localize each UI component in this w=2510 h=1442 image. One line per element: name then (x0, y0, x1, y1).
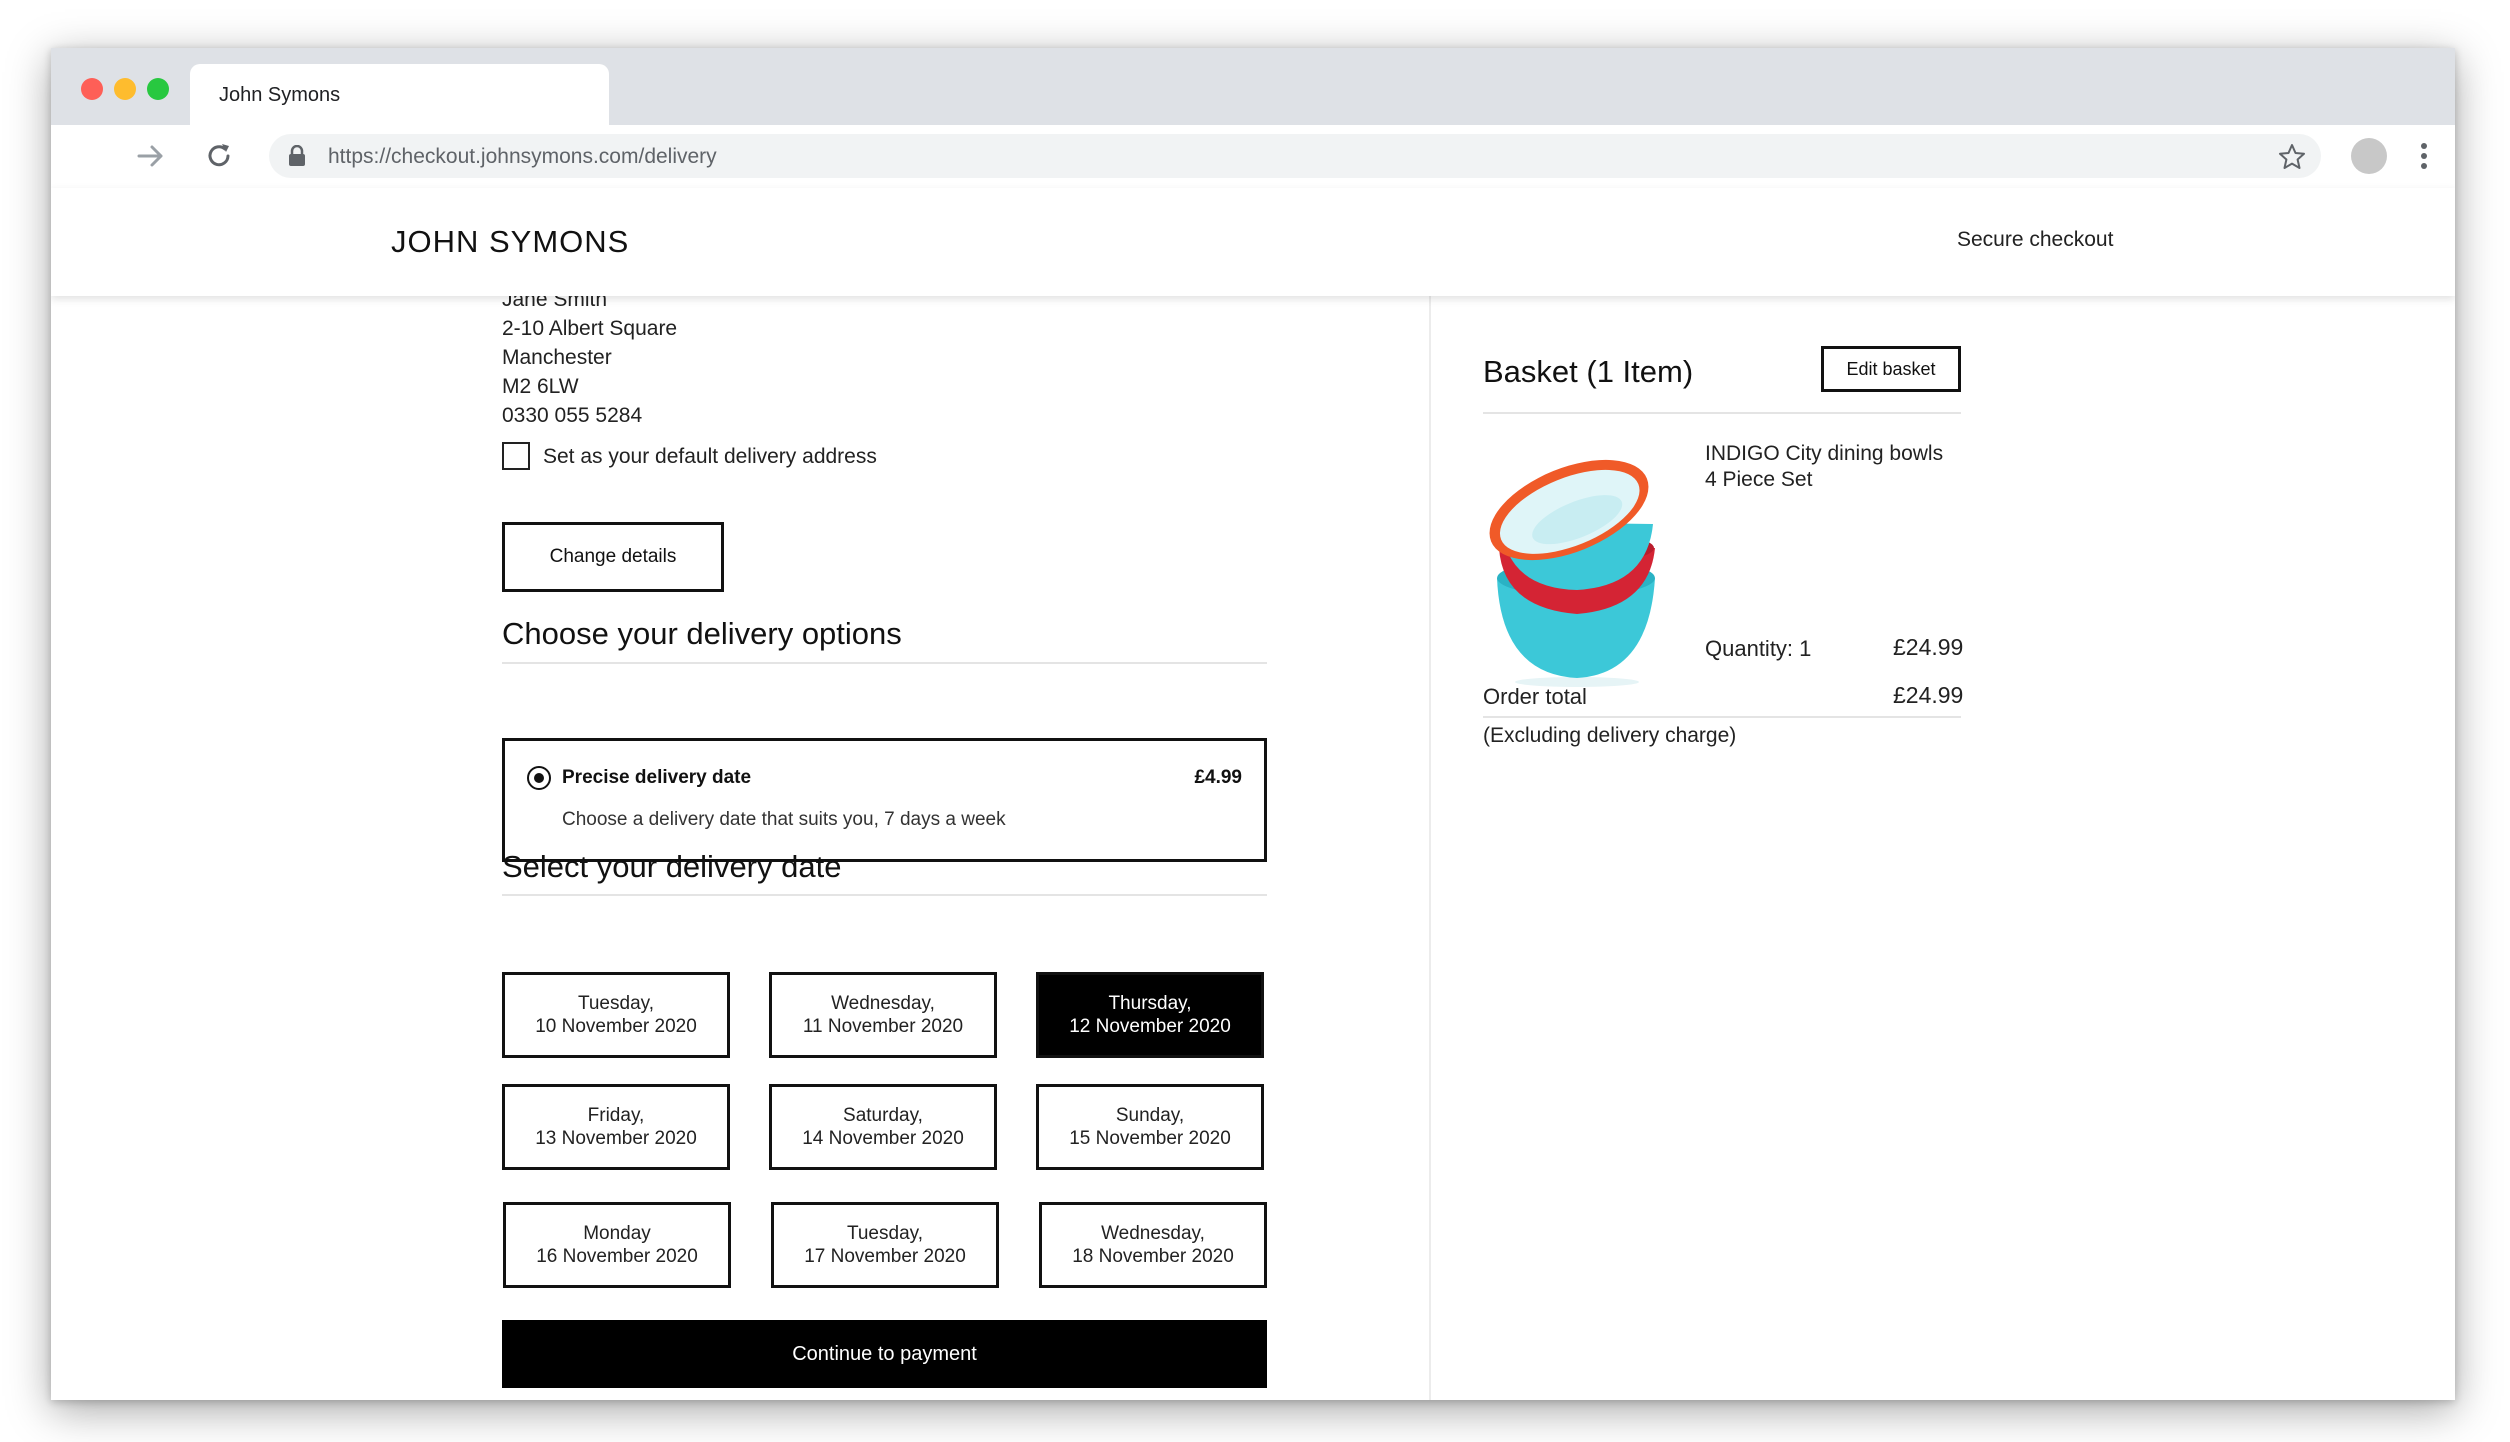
change-details-label: Change details (549, 546, 677, 567)
date-option[interactable]: Tuesday, 17 November 2020 (771, 1202, 999, 1288)
browser-tab[interactable]: John Symons (190, 64, 609, 125)
basket-divider (1483, 716, 1961, 718)
date-option-selected[interactable]: Thursday, 12 November 2020 (1036, 972, 1264, 1058)
date-option[interactable]: Saturday, 14 November 2020 (769, 1084, 997, 1170)
maximize-window-button[interactable] (147, 78, 169, 100)
date-day: Friday, (587, 1105, 645, 1126)
minimize-window-button[interactable] (114, 78, 136, 100)
date-value: 10 November 2020 (535, 1016, 697, 1037)
date-day: Monday (583, 1223, 651, 1244)
url-text: https://checkout.johnsymons.com/delivery (328, 145, 717, 168)
section-divider (502, 662, 1267, 664)
date-day: Tuesday, (577, 993, 655, 1014)
site-logo[interactable]: JOHN SYMONS (391, 224, 629, 260)
close-window-button[interactable] (81, 78, 103, 100)
date-option[interactable]: Friday, 13 November 2020 (502, 1084, 730, 1170)
bookmark-star-icon[interactable] (2277, 142, 2307, 172)
section-divider (502, 894, 1267, 896)
date-value: 13 November 2020 (535, 1128, 697, 1149)
forward-arrow-icon[interactable] (133, 138, 169, 174)
address-name: Jane Smith (502, 296, 608, 311)
date-option[interactable]: Wednesday, 18 November 2020 (1039, 1202, 1267, 1288)
order-total-note: (Excluding delivery charge) (1483, 724, 1737, 747)
address-city: Manchester (502, 346, 612, 369)
continue-to-payment-button[interactable]: Continue to payment (502, 1320, 1267, 1388)
date-day: Thursday, (1108, 993, 1192, 1014)
date-option[interactable]: Wednesday, 11 November 2020 (769, 972, 997, 1058)
delivery-option-radio[interactable] (527, 766, 551, 790)
date-value: 18 November 2020 (1072, 1246, 1234, 1267)
order-total-value: £24.99 (1893, 682, 1964, 708)
date-value: 17 November 2020 (804, 1246, 966, 1267)
change-details-button[interactable]: Change details (502, 522, 724, 592)
default-address-checkbox[interactable] (502, 442, 530, 470)
browser-toolbar: https://checkout.johnsymons.com/delivery (51, 125, 2455, 190)
delivery-option-name: Precise delivery date (562, 767, 752, 788)
date-option[interactable]: Monday 16 November 2020 (503, 1202, 731, 1288)
date-day: Tuesday, (846, 1223, 924, 1244)
delivery-option-precise[interactable]: Precise delivery date £4.99 Choose a del… (502, 738, 1267, 862)
basket-heading: Basket (1 Item) (1483, 354, 1694, 389)
date-day: Saturday, (843, 1105, 923, 1126)
edit-basket-button[interactable]: Edit basket (1821, 346, 1961, 392)
secure-checkout-label: Secure checkout (1957, 228, 2114, 251)
date-day: Wednesday, (1101, 1223, 1205, 1244)
date-value: 11 November 2020 (802, 1016, 964, 1037)
product-price: £24.99 (1893, 634, 1964, 660)
delivery-option-price: £4.99 (1194, 767, 1242, 788)
address-line: 2-10 Albert Square (502, 317, 678, 340)
address-phone: 0330 055 5284 (502, 404, 643, 427)
reload-icon[interactable] (201, 138, 237, 174)
column-divider (1429, 296, 1431, 1400)
page-content: Jane Smith 2-10 Albert Square Manchester… (51, 296, 2455, 1400)
order-total-label: Order total (1483, 684, 1587, 709)
edit-basket-label: Edit basket (1846, 358, 1936, 379)
browser-window: John Symons https://checkout.johnsymons.… (51, 48, 2455, 1400)
date-option[interactable]: Tuesday, 10 November 2020 (502, 972, 730, 1058)
continue-to-payment-label: Continue to payment (792, 1342, 977, 1365)
address-bar[interactable]: https://checkout.johnsymons.com/delivery (269, 134, 2321, 178)
product-quantity: Quantity: 1 (1705, 636, 1812, 661)
tab-title: John Symons (219, 84, 341, 106)
date-value: 15 November 2020 (1069, 1128, 1231, 1149)
date-value: 12 November 2020 (1069, 1016, 1231, 1037)
product-variant: 4 Piece Set (1705, 468, 1813, 491)
date-day: Wednesday, (831, 993, 935, 1014)
date-value: 14 November 2020 (802, 1128, 964, 1149)
date-value: 16 November 2020 (536, 1246, 698, 1267)
date-day: Sunday, (1115, 1105, 1185, 1126)
product-image (1489, 459, 1655, 687)
basket-divider (1483, 412, 1961, 414)
profile-avatar[interactable] (2351, 138, 2387, 174)
tab-bar: John Symons (51, 48, 2455, 125)
site-header: JOHN SYMONS Secure checkout (51, 188, 2455, 296)
address-postcode: M2 6LW (502, 375, 579, 398)
default-address-label: Set as your default delivery address (543, 445, 877, 468)
date-option[interactable]: Sunday, 15 November 2020 (1036, 1084, 1264, 1170)
delivery-date-heading: Select your delivery date (502, 849, 842, 884)
delivery-options-heading: Choose your delivery options (502, 616, 902, 651)
delivery-option-description: Choose a delivery date that suits you, 7… (562, 809, 1006, 830)
lock-icon (289, 145, 305, 166)
product-name[interactable]: INDIGO City dining bowls (1705, 442, 1943, 466)
more-menu-icon[interactable] (2419, 138, 2429, 174)
